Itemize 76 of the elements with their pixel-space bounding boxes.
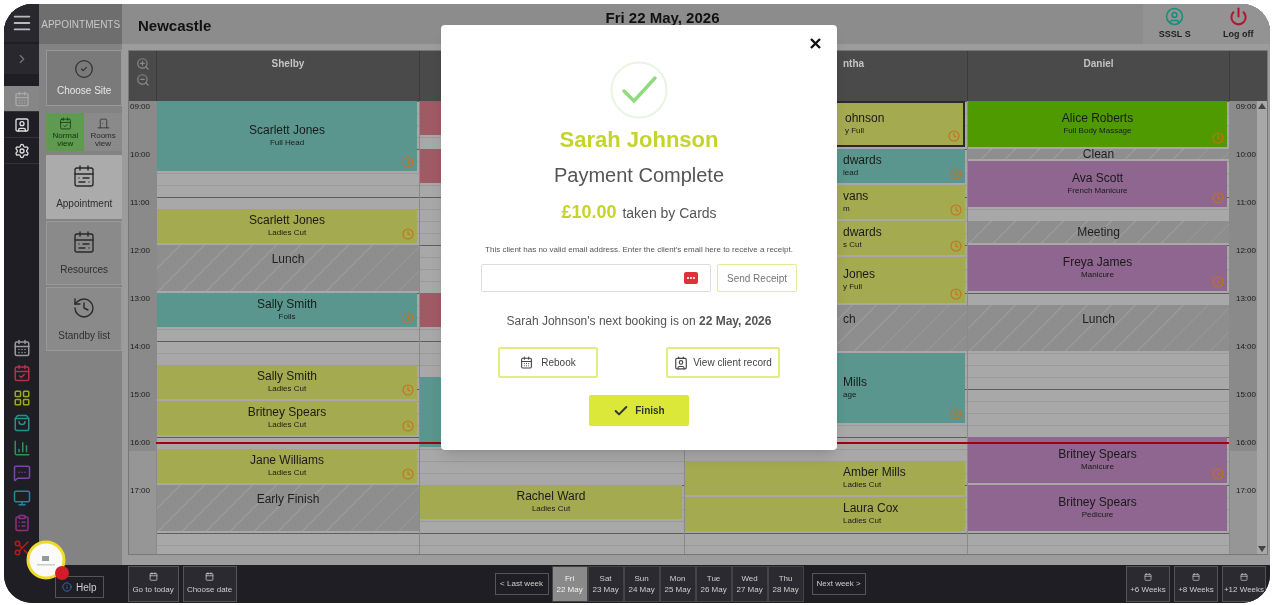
client-name: Scarlett Jones [248,214,325,227]
service-name: y Full [843,283,863,292]
break-label: Lunch [1082,312,1115,325]
break-label: Clean [1082,147,1115,160]
payment-title: Payment Complete [553,165,725,185]
time-label: 17:00 [1235,486,1256,495]
service-name: Manicure [1081,463,1114,472]
break-label: Lunch [271,252,305,265]
service-name: Ladies Cut [843,481,882,490]
client-name: Britney Spears [1058,448,1137,461]
service-name: Manicure [1081,271,1114,280]
time-label: 15:00 [130,390,151,399]
staff-name: ntha [843,59,865,71]
time-label: 12:00 [1235,246,1256,255]
payment-method: taken by Cards [622,204,717,223]
client-name: dwards [843,154,882,167]
service-name: Ladies Cut [267,385,307,394]
time-label: 09:00 [130,102,151,111]
client-name: Rachel Ward [516,490,586,503]
service-name: Foils [278,313,296,322]
service-name: Ladies Cut [267,421,307,430]
client-name: vans [843,190,869,203]
client-name: Freya James [1062,256,1133,269]
client-name: Britney Spears [1058,496,1137,509]
service-name: age [843,391,857,400]
service-name: French Manicure [1067,187,1128,196]
time-label: 13:00 [130,294,151,303]
time-label: 12:00 [130,246,151,255]
client-name: Jane Williams [250,454,324,467]
time-label: 16:00 [130,438,151,447]
time-label: 14:00 [130,342,151,351]
email-note: This client has no valid email address. Enter the client's email here to receive a receipt. [485,244,793,256]
client-name: Ava Scott [1071,172,1124,185]
time-label: 11:00 [1236,198,1256,207]
time-label: 10:00 [1235,150,1256,159]
time-label: 09:00 [1235,102,1256,111]
service-name: Ladies Cut [267,229,307,238]
service-name: Full Head [269,139,305,148]
service-name: Ladies Cut [267,469,307,478]
staff-name: Shelby [271,59,305,71]
service-name: s Cut [843,241,862,250]
date-title: Fri 22 May, 2026 [605,10,720,28]
time-label: 16:00 [1235,438,1256,447]
client-name: Alice Roberts [1061,112,1134,125]
client-name: Jones [843,268,876,281]
time-label: 11:00 [130,198,150,207]
client-name: Sally Smith [257,298,317,311]
client-name: Mills [843,376,867,389]
time-label: 17:00 [130,486,151,495]
service-name: Pedicure [1081,511,1114,520]
next-booking-text: Sarah Johnson's next booking is on 22 May, 2026 [506,313,772,330]
client-name: Britney Spears [247,406,327,419]
service-name: Full Body Massage [1063,127,1132,136]
site-name: Newcastle [138,17,212,34]
break-label: Early Finish [256,492,320,505]
amount: £10.00 [561,201,617,224]
staff-name: Daniel [1083,59,1114,71]
client-name: ohnson [845,112,885,125]
break-label: ch [843,312,856,325]
service-name: Ladies Cut [531,505,571,514]
service-name: Ladies Cut [843,517,882,526]
break-label: Meeting [1077,225,1120,238]
client-name: Laura Cox [843,502,899,515]
service-name: lead [843,169,859,178]
client-name-heading: Sarah Johnson [559,129,719,151]
client-name: Amber Mills [843,466,906,479]
client-name: Sally Smith [257,370,317,383]
service-name: y Full [845,127,865,136]
time-label: 15:00 [1235,390,1256,399]
time-label: 14:00 [1235,342,1256,351]
section-title: APPOINTMENTS [41,17,121,32]
client-name: Scarlett Jones [248,124,325,137]
client-name: dwards [843,226,882,239]
service-name: m [843,205,850,214]
time-label: 13:00 [1235,294,1256,303]
time-label: 10:00 [130,150,151,159]
